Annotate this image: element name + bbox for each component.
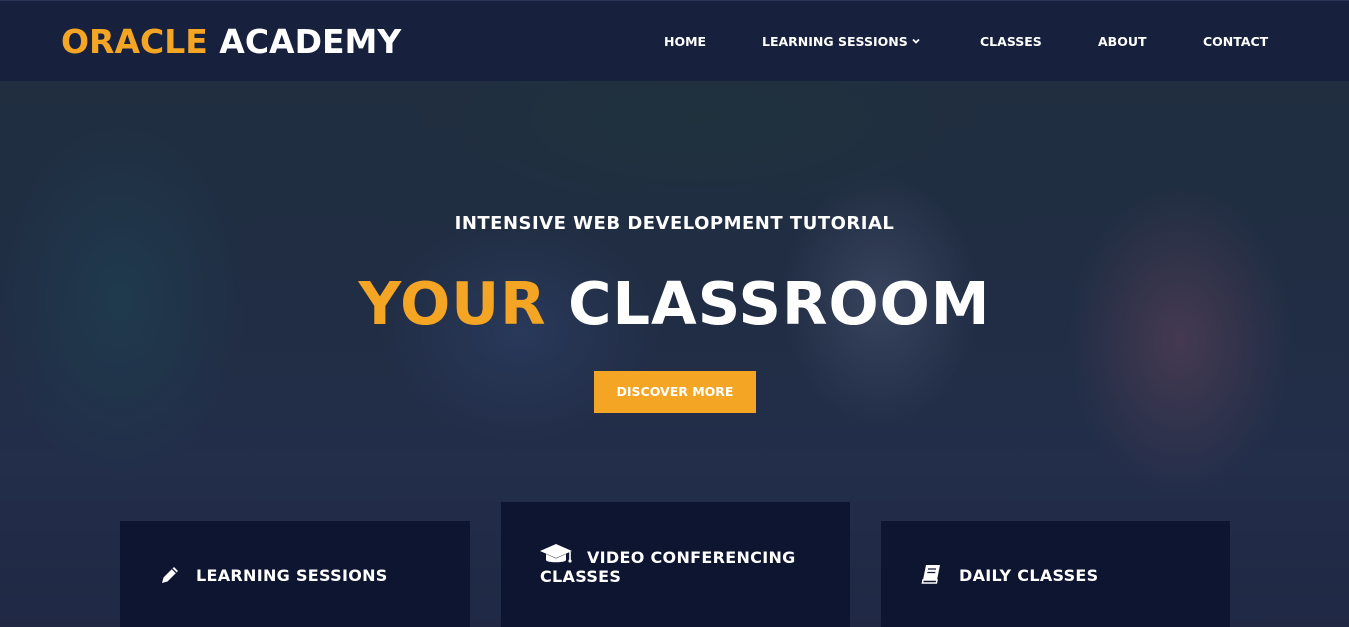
nav-contact[interactable]: CONTACT [1203, 34, 1268, 50]
feature-card-label-line2: CLASSES [540, 567, 622, 586]
discover-more-button[interactable]: DISCOVER MORE [594, 371, 756, 413]
feature-card-learning-sessions[interactable]: LEARNING SESSIONS [120, 521, 470, 627]
hero-headline: YOUR CLASSROOM [0, 266, 1349, 342]
feature-card-video-conferencing[interactable]: VIDEO CONFERENCING CLASSES [501, 502, 850, 627]
logo-accent-text: ORACLE [61, 22, 208, 61]
graduation-cap-icon [540, 544, 572, 563]
logo-main-text: ACADEMY [219, 22, 402, 61]
feature-card-label: DAILY CLASSES [959, 566, 1099, 585]
pencil-icon [162, 567, 178, 583]
feature-card-daily-classes[interactable]: DAILY CLASSES [881, 521, 1230, 627]
hero-headline-main: CLASSROOM [568, 269, 991, 338]
hero-subtitle: INTENSIVE WEB DEVELOPMENT TUTORIAL [454, 213, 895, 234]
nav-home[interactable]: HOME [664, 34, 706, 50]
nav-learning-sessions[interactable]: LEARNING SESSIONS [762, 34, 920, 50]
hero-headline-accent: YOUR [358, 269, 547, 338]
navbar: ORACLE ACADEMY HOME LEARNING SESSIONS CL… [0, 0, 1349, 81]
book-icon [921, 565, 940, 584]
feature-card-label-line1: VIDEO CONFERENCING [587, 548, 796, 567]
feature-card-label: LEARNING SESSIONS [196, 566, 388, 585]
nav-about[interactable]: ABOUT [1098, 34, 1147, 50]
chevron-down-icon [912, 38, 920, 44]
site-logo[interactable]: ORACLE ACADEMY [61, 22, 401, 62]
nav-learning-sessions-label: LEARNING SESSIONS [762, 34, 908, 49]
nav-classes[interactable]: CLASSES [980, 34, 1042, 50]
